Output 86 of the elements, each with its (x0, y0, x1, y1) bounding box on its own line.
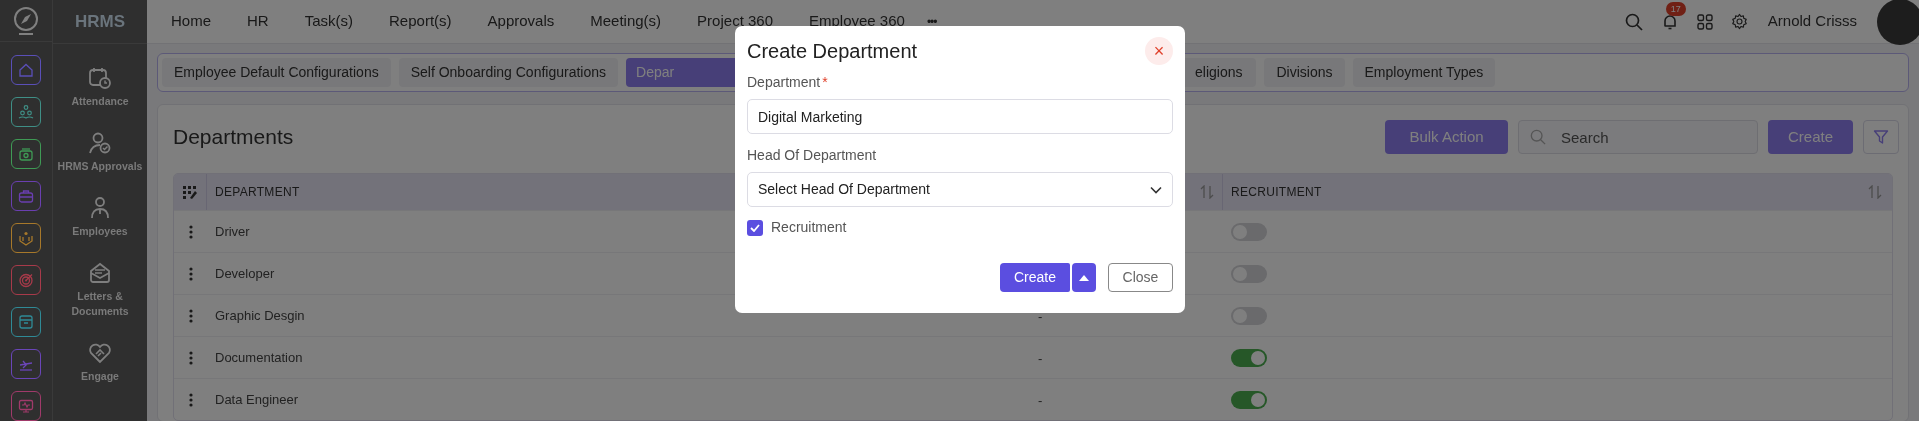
nav-link[interactable]: Task(s) (304, 10, 354, 33)
settings-icon[interactable] (1730, 13, 1748, 30)
filter-icon (1873, 129, 1889, 145)
sidebar-item[interactable]: Engage (57, 369, 143, 384)
briefcase-icon (17, 187, 35, 205)
nav-link[interactable]: Approvals (487, 10, 555, 33)
bulk-action-button[interactable]: Bulk Action (1385, 120, 1508, 154)
search-icon[interactable] (1624, 12, 1643, 31)
user-check-icon[interactable] (88, 131, 112, 155)
app-shortcut[interactable] (11, 391, 41, 421)
tab[interactable]: Employment Types (1352, 58, 1496, 87)
column-header[interactable]: RECRUITMENT (1223, 183, 1322, 201)
nav-link[interactable]: Report(s) (389, 10, 452, 33)
recruitment-toggle[interactable] (1231, 348, 1267, 367)
nav-link[interactable]: HR (247, 10, 269, 33)
app-shortcut[interactable] (11, 97, 41, 127)
calendar-clock-icon[interactable] (88, 66, 112, 90)
sort-icon[interactable] (1868, 185, 1882, 199)
more-vertical-icon[interactable] (188, 308, 193, 323)
create-button[interactable]: Create (1000, 263, 1070, 292)
app-shortcut[interactable] (11, 265, 41, 295)
app-title: HRMS (74, 10, 126, 33)
sort-icon[interactable] (1200, 185, 1214, 199)
required-mark: * (822, 73, 828, 92)
avatar[interactable] (1877, 0, 1919, 45)
checkbox-label: Recruitment (771, 218, 847, 237)
create-button[interactable]: Create (1768, 120, 1853, 154)
check-icon (750, 223, 760, 232)
sidebar-item[interactable]: Letters & Documents (57, 289, 143, 319)
notification-badge: 17 (1665, 1, 1686, 16)
recruitment-checkbox[interactable] (747, 219, 763, 236)
table-cell-text: Driver (215, 222, 250, 241)
sidebar-item[interactable]: Attendance (57, 94, 143, 109)
column-settings-icon[interactable] (183, 185, 197, 199)
user-name[interactable]: Arnold Crisss (1767, 10, 1857, 33)
search-icon (1530, 129, 1546, 145)
grid-icon[interactable] (1696, 13, 1713, 30)
filter-button[interactable] (1863, 120, 1899, 154)
archive-icon (17, 313, 35, 331)
caret-button[interactable] (1072, 263, 1096, 292)
tab[interactable]: Self Onboarding Configurations (398, 58, 618, 87)
table-cell-text: Developer (215, 264, 275, 283)
caret-up-icon (1079, 274, 1089, 281)
table-cell-text: Data Engineer (215, 390, 299, 409)
person-icon[interactable] (88, 196, 112, 220)
target-icon (17, 271, 35, 289)
more-vertical-icon[interactable] (188, 392, 193, 407)
app-shortcut[interactable] (11, 307, 41, 337)
field-label: Department (747, 73, 821, 92)
sidebar-item[interactable]: HRMS Approvals (57, 159, 143, 174)
recruitment-toggle[interactable] (1231, 390, 1267, 409)
close-button[interactable]: Close (1108, 263, 1173, 292)
more-vertical-icon[interactable] (188, 224, 193, 239)
department-input[interactable]: Digital Marketing (747, 99, 1173, 134)
table-cell-text: Documentation (215, 348, 303, 367)
home-icon (17, 61, 35, 79)
nav-link[interactable]: Home (171, 10, 211, 33)
dialog-title: Create Department (747, 39, 918, 64)
tab[interactable]: Divisions (1264, 58, 1345, 87)
head-of-department-select[interactable]: Select Head Of Department (747, 172, 1173, 207)
app-shortcut[interactable] (11, 139, 41, 169)
search-field[interactable]: Search (1518, 120, 1758, 154)
field-label: Head Of Department (747, 146, 878, 165)
sidebar-item[interactable]: Employees (57, 224, 143, 239)
nav-link[interactable]: Meeting(s) (590, 10, 662, 33)
handshake-heart-icon[interactable] (88, 341, 112, 365)
tab[interactable]: Employee Default Configurations (162, 58, 391, 87)
table-cell: - (1038, 308, 1043, 324)
page-title: Departments (173, 124, 294, 151)
people-icon (17, 103, 35, 121)
app-shortcut[interactable] (11, 223, 41, 253)
close-button[interactable]: × (1145, 37, 1173, 65)
mail-document-icon[interactable] (88, 261, 112, 285)
monitor-icon (17, 397, 35, 415)
app-shortcut[interactable] (11, 181, 41, 211)
app-shortcut[interactable] (11, 55, 41, 85)
chevron-down-icon (1150, 185, 1162, 194)
more-vertical-icon[interactable] (188, 266, 193, 281)
more-vertical-icon[interactable] (188, 350, 193, 365)
table-cell: - (1038, 392, 1043, 408)
hands-person-icon (17, 229, 35, 247)
table-cell-text: Graphic Desgin (215, 306, 305, 325)
app-shortcut[interactable] (11, 349, 41, 379)
cash-box-icon (17, 145, 35, 163)
table-cell: - (1038, 350, 1043, 366)
compass-logo-icon (11, 5, 41, 36)
